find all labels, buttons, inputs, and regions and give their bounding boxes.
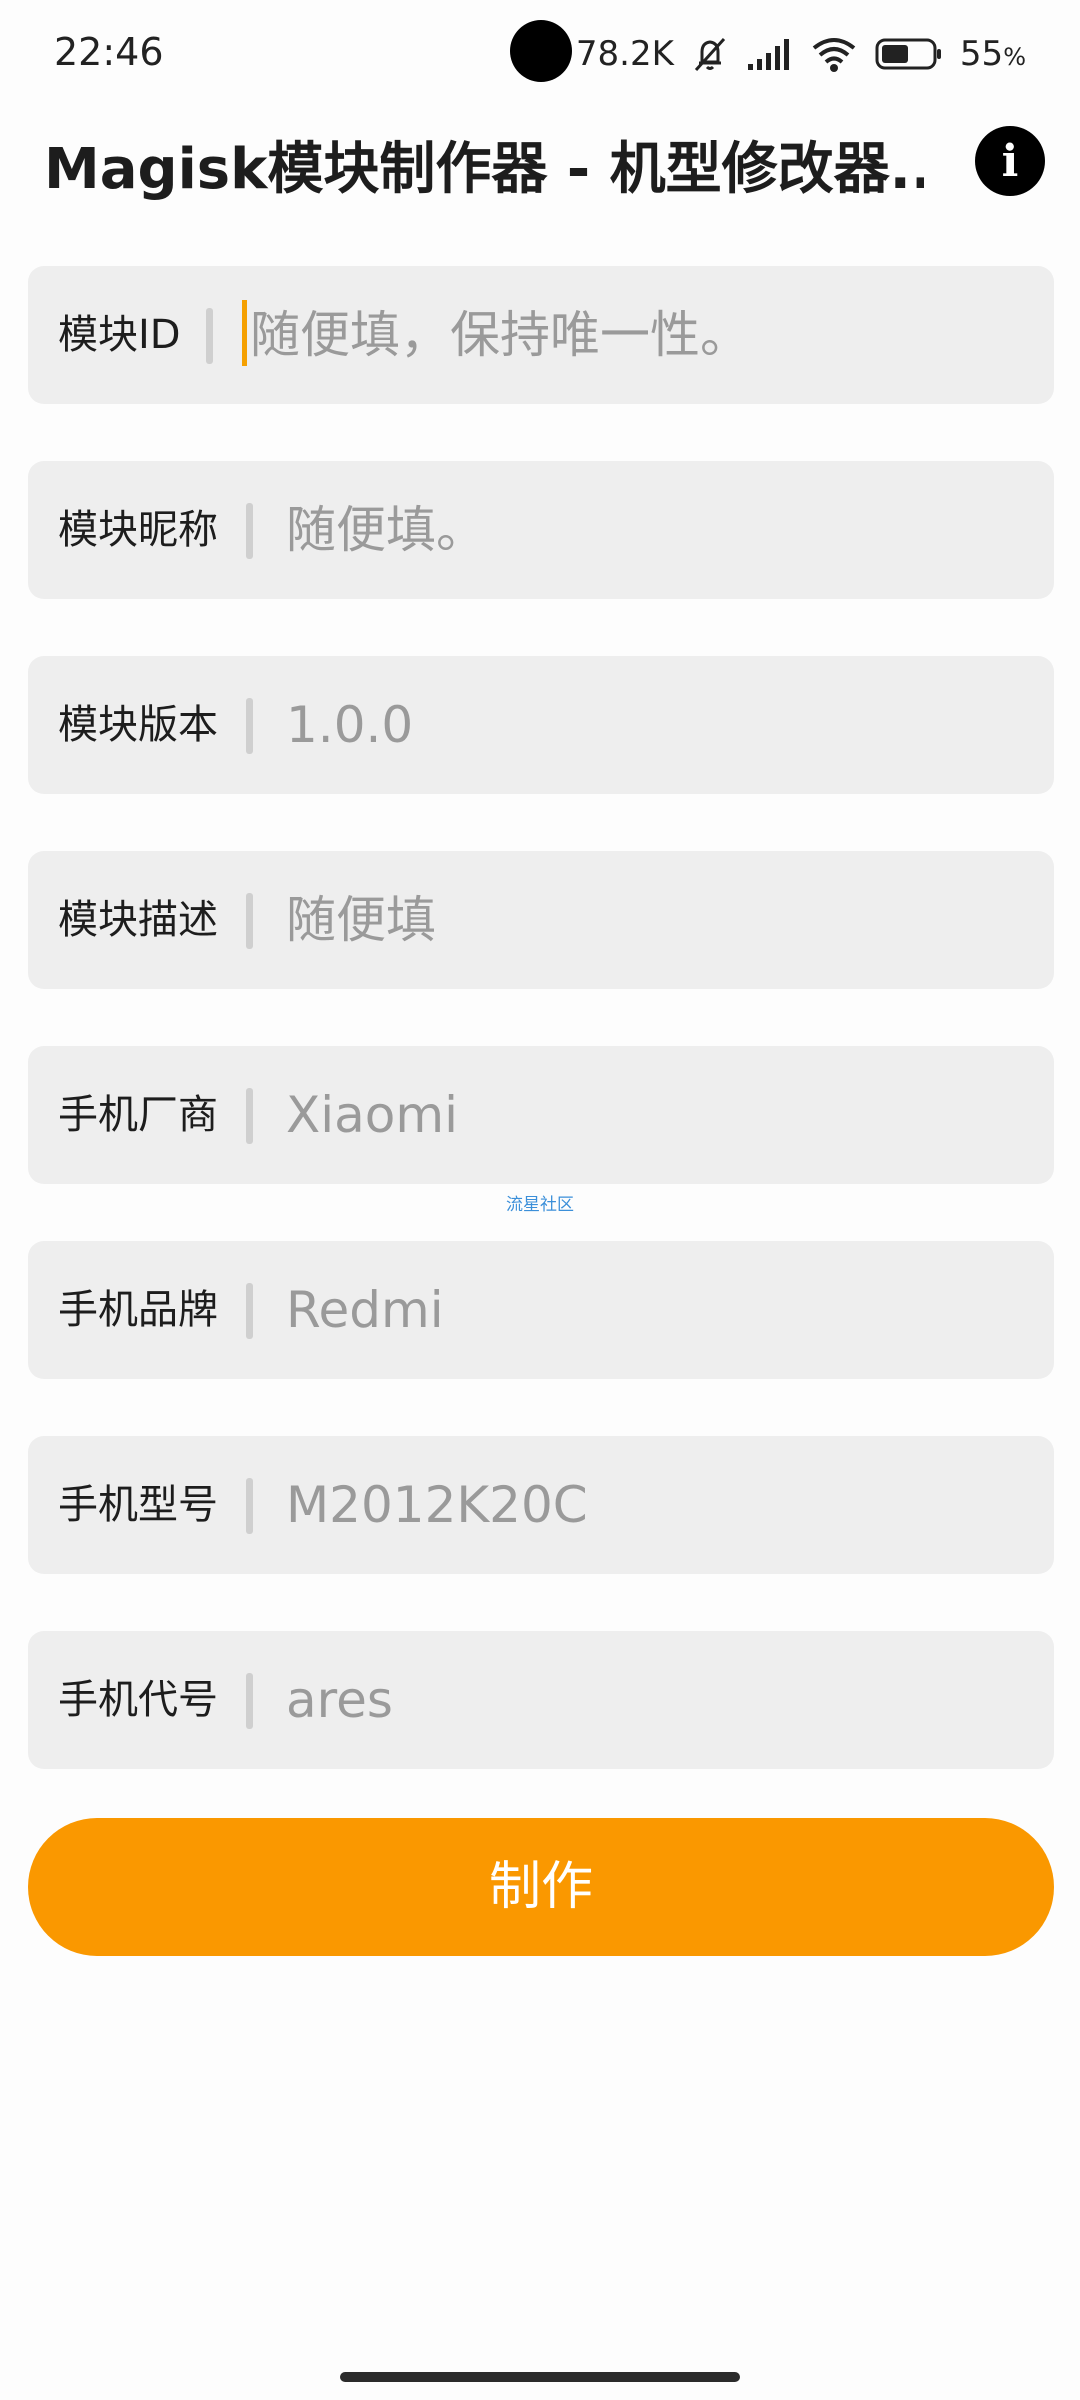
module-id-label: 模块ID: [58, 312, 181, 358]
codename-label: 手机代号: [58, 1677, 218, 1723]
codename-input[interactable]: ares: [286, 1631, 393, 1769]
signal-icon: [746, 34, 794, 74]
brand-input[interactable]: Redmi: [286, 1241, 444, 1379]
battery-percent-unit: %: [1003, 43, 1026, 71]
text-cursor: [242, 300, 247, 366]
module-version-field[interactable]: 模块版本 1.0.0: [28, 656, 1054, 794]
battery-percent: 55%: [960, 34, 1026, 74]
manufacturer-label: 手机厂商: [58, 1092, 218, 1138]
model-field[interactable]: 手机型号 M2012K20C: [28, 1436, 1054, 1574]
codename-field[interactable]: 手机代号 ares: [28, 1631, 1054, 1769]
battery-icon: [874, 34, 944, 74]
page-title: Magisk模块制作器 - 机型修改器...: [44, 137, 924, 202]
camera-cutout: [510, 20, 572, 82]
module-name-label: 模块昵称: [58, 507, 218, 553]
module-name-input[interactable]: 随便填。: [286, 461, 486, 599]
screen: 22:46 78.2K 55% Magisk模块制作器 - 机型修改器... i…: [0, 0, 1080, 2400]
module-name-field[interactable]: 模块昵称 随便填。: [28, 461, 1054, 599]
module-id-field[interactable]: 模块ID 随便填，保持唯一性。: [28, 266, 1054, 404]
field-separator: [246, 1478, 253, 1534]
module-id-input[interactable]: 随便填，保持唯一性。: [250, 266, 750, 404]
module-version-input[interactable]: 1.0.0: [286, 656, 413, 794]
watermark: 流星社区: [506, 1195, 574, 1215]
field-separator: [246, 1673, 253, 1729]
wifi-icon: [810, 34, 858, 74]
module-description-label: 模块描述: [58, 897, 218, 943]
info-icon: i: [1001, 135, 1019, 187]
info-button[interactable]: i: [975, 126, 1045, 196]
mute-bell-icon: [690, 34, 730, 74]
field-separator: [206, 308, 213, 364]
model-input[interactable]: M2012K20C: [286, 1436, 588, 1574]
status-time: 22:46: [54, 30, 164, 74]
make-button[interactable]: 制作: [28, 1818, 1054, 1956]
net-speed: 78.2K: [575, 34, 674, 74]
field-separator: [246, 1088, 253, 1144]
field-separator: [246, 893, 253, 949]
field-separator: [246, 503, 253, 559]
brand-label: 手机品牌: [58, 1287, 218, 1333]
app-bar: Magisk模块制作器 - 机型修改器... i: [0, 110, 1080, 210]
battery-percent-value: 55: [959, 34, 1004, 74]
status-icons: 78.2K 55%: [576, 26, 1026, 82]
status-bar: 22:46 78.2K 55%: [0, 0, 1080, 108]
module-description-input[interactable]: 随便填: [286, 851, 436, 989]
brand-field[interactable]: 手机品牌 Redmi: [28, 1241, 1054, 1379]
home-indicator[interactable]: [340, 2372, 740, 2382]
manufacturer-input[interactable]: Xiaomi: [286, 1046, 458, 1184]
manufacturer-field[interactable]: 手机厂商 Xiaomi: [28, 1046, 1054, 1184]
module-version-label: 模块版本: [58, 702, 218, 748]
module-description-field[interactable]: 模块描述 随便填: [28, 851, 1054, 989]
model-label: 手机型号: [58, 1482, 218, 1528]
field-separator: [246, 698, 253, 754]
field-separator: [246, 1283, 253, 1339]
